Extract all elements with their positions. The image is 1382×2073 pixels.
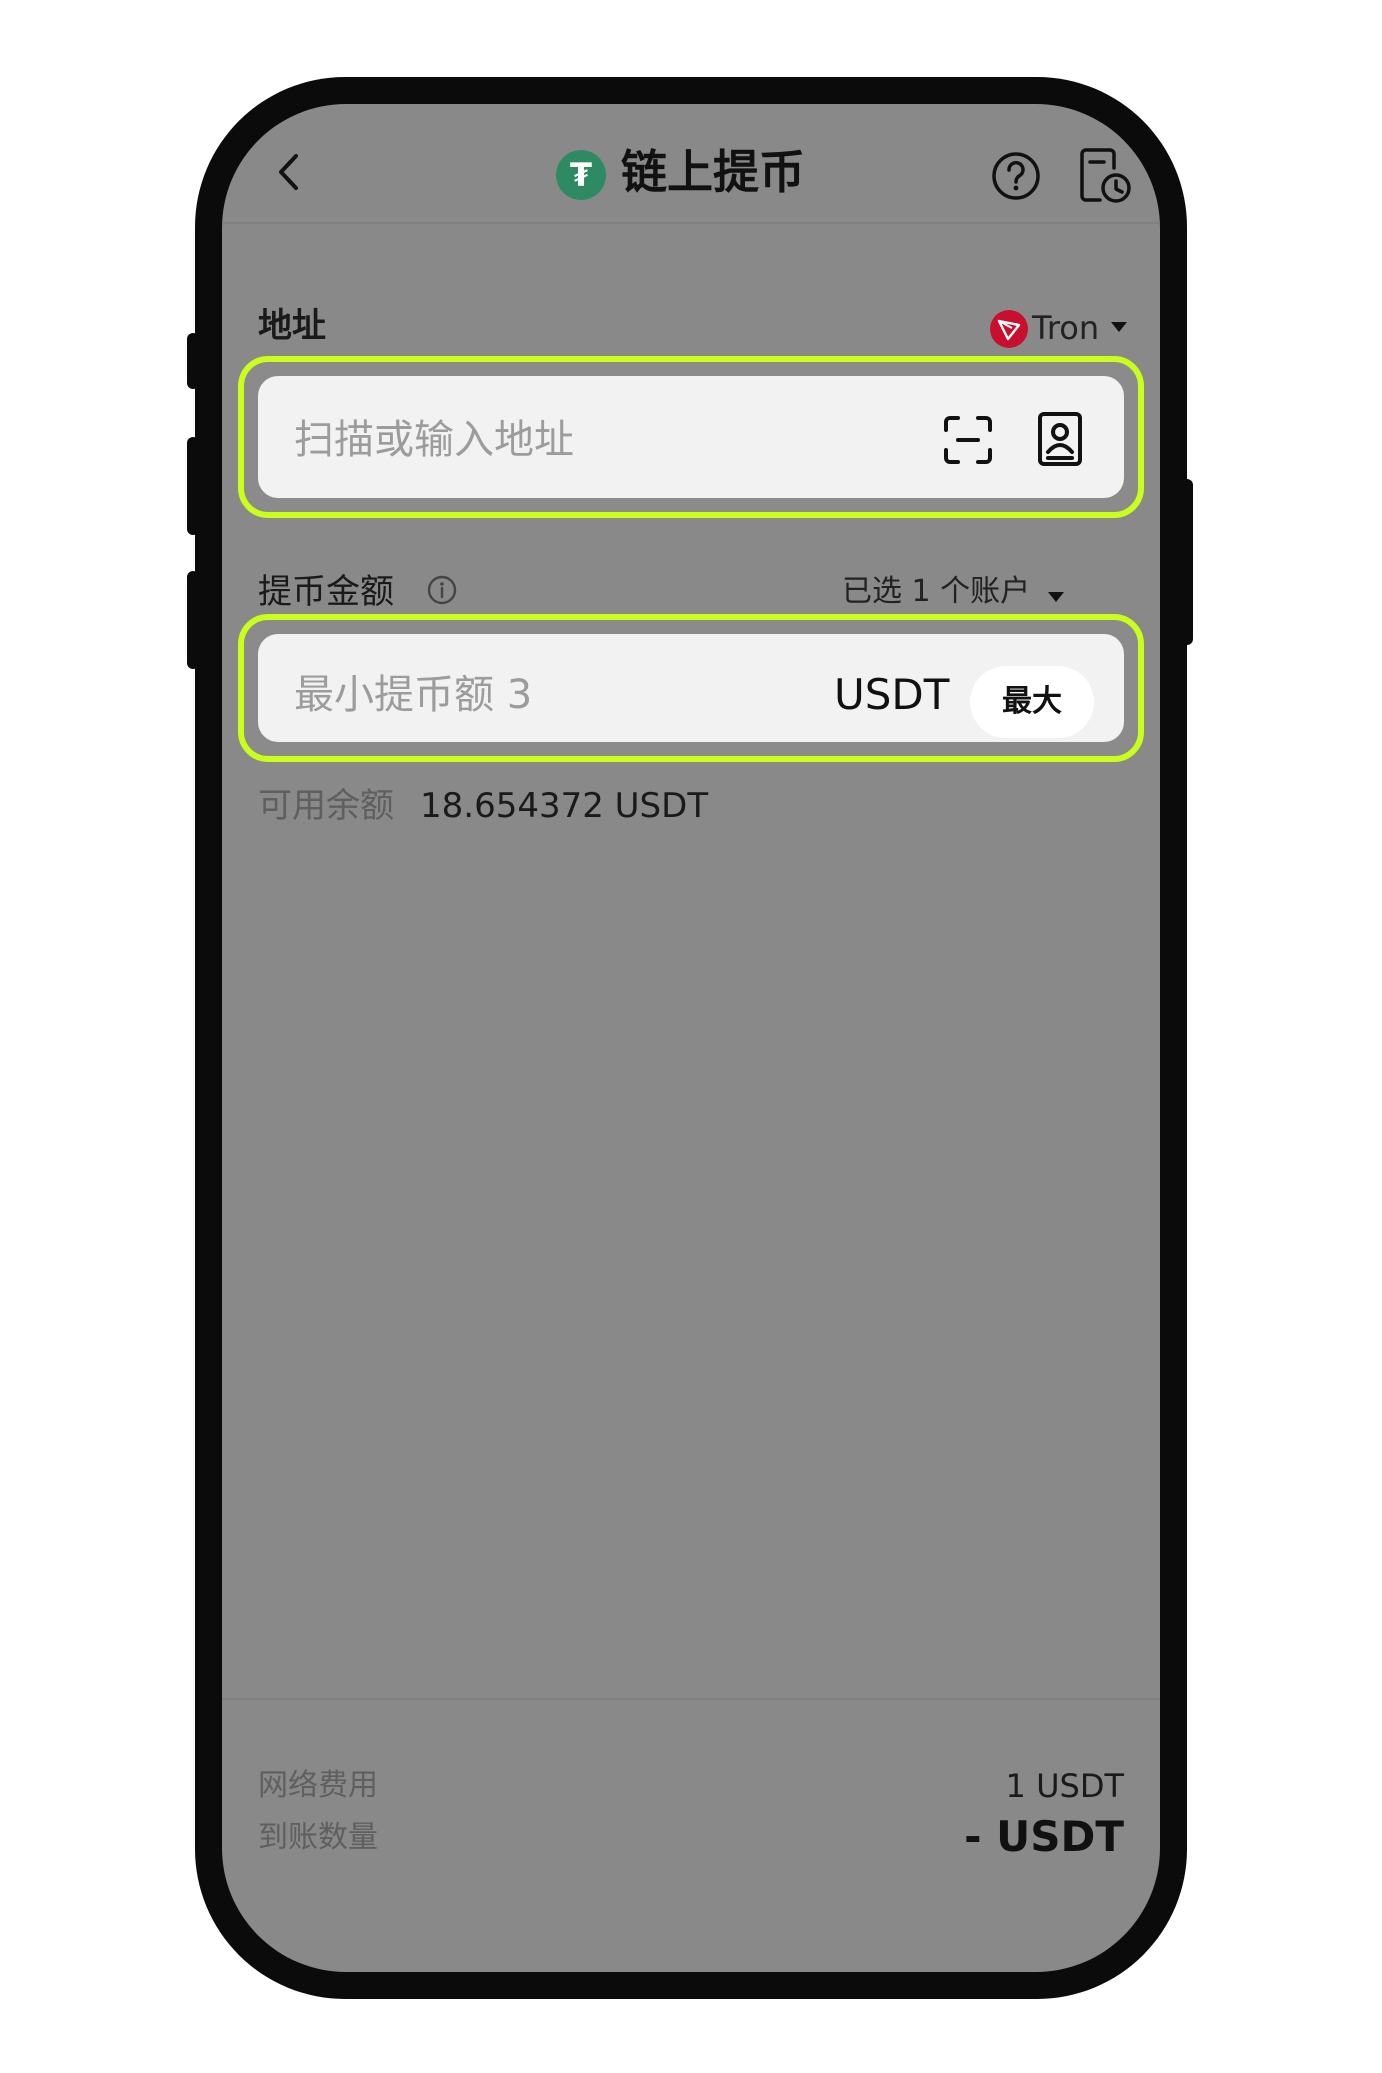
caret-down-icon	[1048, 591, 1065, 602]
address-field-highlight: 扫描或输入地址	[238, 356, 1144, 518]
app-screen: ₮ 链上提币 地址 Tron 扫描或输入地址 提币金额 已选 1 个账户 最小提…	[222, 104, 1160, 1972]
amount-input[interactable]: 最小提币额 3 USDT 最大	[258, 634, 1124, 742]
address-book-button[interactable]	[1032, 408, 1088, 470]
max-button[interactable]: 最大	[970, 666, 1094, 738]
caret-down-icon	[1111, 322, 1127, 332]
tether-icon: ₮	[556, 150, 606, 200]
info-button[interactable]	[426, 574, 458, 606]
address-placeholder: 扫描或输入地址	[294, 417, 574, 463]
network-name: Tron	[1032, 309, 1100, 347]
chevron-left-icon	[279, 154, 298, 190]
amount-placeholder: 最小提币额 3	[294, 672, 533, 718]
volume-up-button	[187, 437, 199, 535]
address-input[interactable]: 扫描或输入地址	[258, 376, 1124, 498]
address-book-icon	[1038, 412, 1082, 466]
history-icon	[1080, 148, 1131, 203]
amount-label: 提币金额	[258, 572, 394, 612]
phone-frame: ₮ 链上提币 地址 Tron 扫描或输入地址 提币金额 已选 1 个账户 最小提…	[187, 77, 1193, 1999]
address-label: 地址	[258, 306, 326, 346]
header-divider	[222, 222, 1160, 224]
account-selector-label: 已选 1 个账户	[842, 574, 1031, 609]
footer-divider	[222, 1698, 1160, 1700]
received-value: - USDT	[964, 1812, 1124, 1861]
balance-label: 可用余额	[258, 786, 394, 826]
currency-label: USDT	[834, 670, 950, 719]
tron-icon	[990, 310, 1028, 348]
fee-label: 网络费用	[258, 1768, 378, 1803]
help-button[interactable]	[990, 150, 1042, 202]
balance-value: 18.654372 USDT	[420, 786, 709, 826]
page-title: 链上提币	[621, 145, 805, 199]
amount-field-highlight: 最小提币额 3 USDT 最大	[238, 614, 1144, 762]
mute-switch	[187, 333, 199, 389]
account-selector[interactable]: 已选 1 个账户	[842, 570, 1065, 614]
tether-symbol: ₮	[569, 156, 593, 194]
help-icon	[992, 152, 1040, 200]
volume-down-button	[187, 571, 199, 669]
back-button[interactable]	[264, 144, 320, 200]
history-button[interactable]	[1076, 144, 1134, 206]
received-label: 到账数量	[258, 1820, 378, 1855]
info-icon	[427, 575, 457, 605]
scan-button[interactable]	[938, 410, 998, 470]
power-button	[1181, 479, 1193, 645]
fee-value: 1 USDT	[1005, 1767, 1124, 1805]
scan-icon	[944, 416, 992, 464]
